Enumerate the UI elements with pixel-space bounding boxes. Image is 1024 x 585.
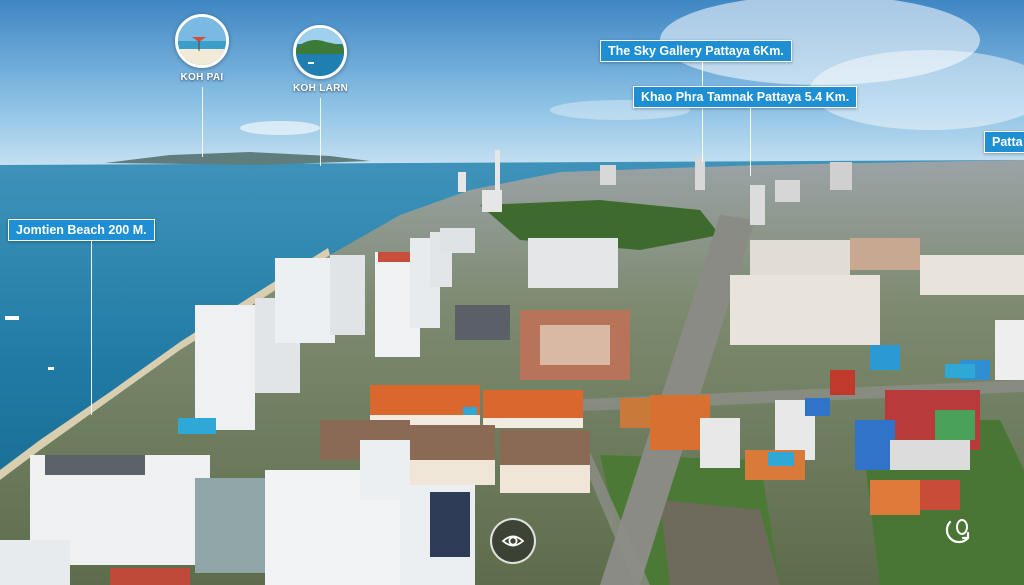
tag-pattaya-partial[interactable]: Patta bbox=[984, 131, 1024, 153]
gyroscope-icon bbox=[945, 519, 970, 544]
koh-pai-thumbnail[interactable] bbox=[175, 14, 229, 68]
eye-icon bbox=[501, 535, 525, 547]
jomtien-beach-pointer bbox=[91, 241, 92, 415]
island-icon bbox=[296, 28, 344, 76]
koh-larn-thumbnail[interactable] bbox=[293, 25, 347, 79]
beach-icon bbox=[178, 17, 226, 65]
sky-gallery-pointer bbox=[702, 62, 703, 162]
tag-sky-gallery[interactable]: The Sky Gallery Pattaya 6Km. bbox=[600, 40, 792, 62]
hotspot-koh-pai[interactable]: KOH PAI bbox=[175, 14, 229, 157]
view-mode-button[interactable] bbox=[490, 518, 536, 564]
gyroscope-button[interactable] bbox=[938, 508, 980, 550]
tag-jomtien-beach[interactable]: Jomtien Beach 200 M. bbox=[8, 219, 155, 241]
panorama-viewer[interactable]: KOH PAI KOH LARN The Sky Gallery Pattaya… bbox=[0, 0, 1024, 585]
koh-pai-label: KOH PAI bbox=[180, 72, 224, 83]
koh-larn-pointer bbox=[319, 98, 321, 166]
aerial-panorama[interactable] bbox=[0, 0, 1024, 585]
koh-pai-pointer bbox=[201, 87, 203, 157]
tag-khao-phra-tamnak[interactable]: Khao Phra Tamnak Pattaya 5.4 Km. bbox=[633, 86, 858, 108]
khao-phra-tamnak-pointer bbox=[750, 108, 751, 176]
koh-larn-label: KOH LARN bbox=[293, 83, 349, 94]
hotspot-koh-larn[interactable]: KOH LARN bbox=[293, 25, 349, 166]
